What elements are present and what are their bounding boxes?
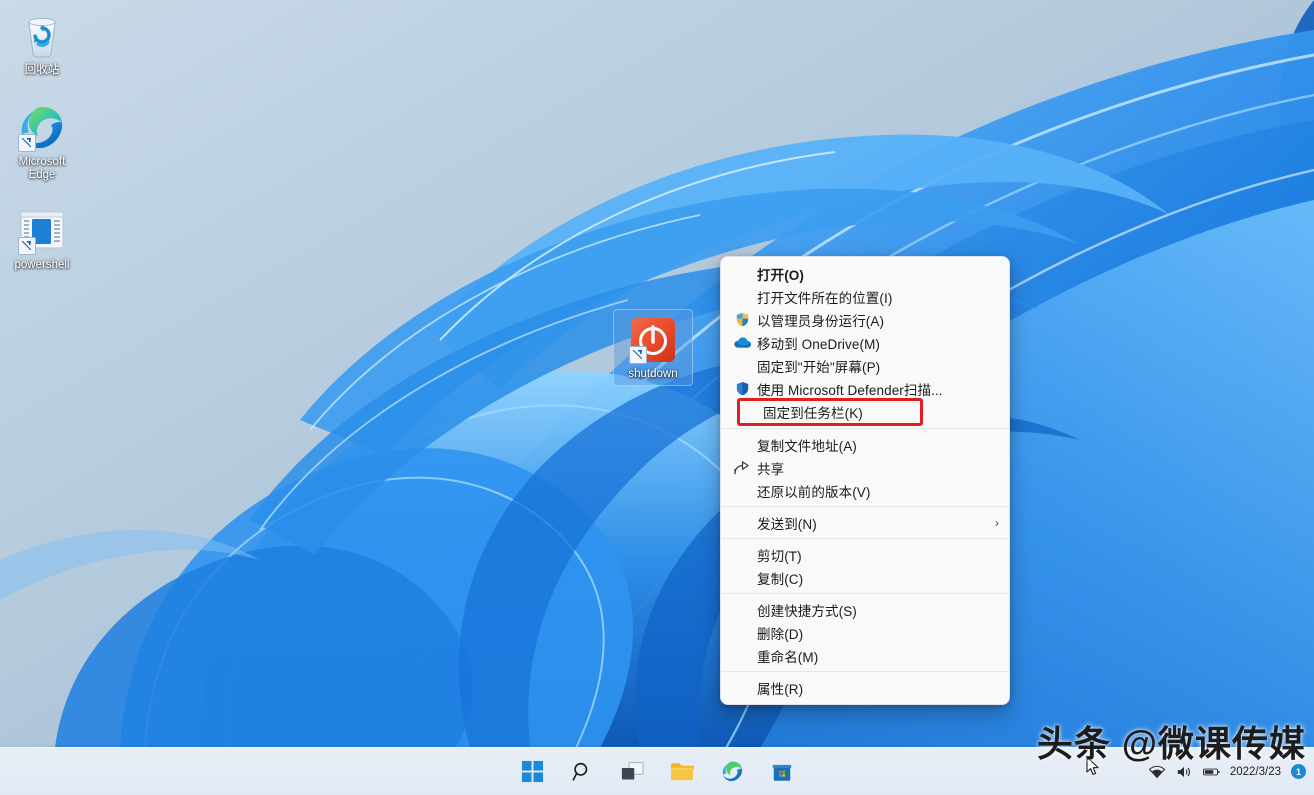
desktop-icon-powershell[interactable]: powershell [4, 207, 80, 272]
start-button[interactable] [518, 758, 546, 786]
taskbar-clock[interactable]: 2022/3/23 [1230, 765, 1281, 779]
uac-shield-icon [731, 311, 753, 329]
menu-item-properties[interactable]: 属性(R) [721, 676, 1009, 699]
chevron-right-icon: › [995, 516, 999, 530]
windows-logo-icon [521, 760, 544, 783]
no-icon-placeholder [731, 546, 753, 564]
menu-item-restore-previous-versions[interactable]: 还原以前的版本(V) [721, 479, 1009, 502]
no-icon-placeholder [731, 624, 753, 642]
search-icon [572, 761, 593, 782]
onedrive-cloud-icon [731, 334, 753, 352]
no-icon-placeholder [731, 601, 753, 619]
no-icon-placeholder [731, 569, 753, 587]
taskbar-center-group [518, 748, 796, 795]
system-tray[interactable]: 2022/3/23 1 [1149, 748, 1306, 795]
edge-icon [18, 104, 66, 152]
edge-button[interactable] [718, 758, 746, 786]
menu-item-copy[interactable]: 复制(C) [721, 566, 1009, 589]
menu-item-move-to-onedrive[interactable]: 移动到 OneDrive(M) [721, 331, 1009, 354]
recycle-bin-icon [18, 12, 66, 60]
shutdown-power-icon [629, 316, 677, 364]
edge-icon [721, 760, 744, 783]
file-context-menu[interactable]: 打开(O) 打开文件所在的位置(I) 以管理员身份运行(A) [720, 256, 1010, 705]
menu-item-open[interactable]: 打开(O) [721, 262, 1009, 285]
no-icon-placeholder [731, 357, 753, 375]
desktop-icon-label: 回收站 [4, 64, 80, 77]
menu-item-cut[interactable]: 剪切(T) [721, 543, 1009, 566]
menu-item-open-file-location[interactable]: 打开文件所在的位置(I) [721, 285, 1009, 308]
shortcut-arrow-icon [629, 346, 647, 364]
no-icon-placeholder [731, 647, 753, 665]
menu-item-scan-with-defender[interactable]: 使用 Microsoft Defender扫描... [721, 377, 1009, 400]
desktop-icon-label: MicrosoftEdge [4, 156, 80, 182]
menu-item-send-to[interactable]: 发送到(N) › [721, 511, 1009, 534]
store-icon [771, 761, 793, 783]
defender-shield-icon [731, 380, 753, 398]
no-icon-placeholder [731, 436, 753, 454]
menu-separator [721, 428, 1009, 429]
menu-item-create-shortcut[interactable]: 创建快捷方式(S) [721, 598, 1009, 621]
search-button[interactable] [568, 758, 596, 786]
volume-icon[interactable] [1176, 763, 1193, 780]
network-icon[interactable] [1149, 763, 1166, 780]
menu-separator [721, 671, 1009, 672]
menu-separator [721, 506, 1009, 507]
store-button[interactable] [768, 758, 796, 786]
menu-item-copy-file-address[interactable]: 复制文件地址(A) [721, 433, 1009, 456]
menu-item-share[interactable]: 共享 [721, 456, 1009, 479]
menu-item-pin-to-start[interactable]: 固定到"开始"屏幕(P) [721, 354, 1009, 377]
no-icon-placeholder [731, 265, 753, 283]
file-explorer-button[interactable] [668, 758, 696, 786]
shortcut-arrow-icon [18, 134, 36, 152]
desktop-icon-label: shutdown [614, 368, 692, 381]
menu-separator [721, 538, 1009, 539]
menu-separator [721, 593, 1009, 594]
desktop-icon-recycle-bin[interactable]: 回收站 [4, 12, 80, 77]
desktop-screen: 回收站 [0, 0, 1314, 795]
task-view-button[interactable] [618, 758, 646, 786]
notification-badge[interactable]: 1 [1291, 764, 1306, 779]
taskbar[interactable]: 2022/3/23 1 [0, 747, 1314, 795]
menu-item-rename[interactable]: 重命名(M) [721, 644, 1009, 667]
desktop-icon-microsoft-edge[interactable]: MicrosoftEdge [4, 104, 80, 182]
clock-date: 2022/3/23 [1230, 765, 1281, 779]
share-icon [731, 459, 753, 477]
no-icon-placeholder [731, 482, 753, 500]
menu-item-delete[interactable]: 删除(D) [721, 621, 1009, 644]
no-icon-placeholder [731, 514, 753, 532]
folder-icon [670, 761, 695, 782]
no-icon-placeholder [731, 679, 753, 697]
task-view-icon [621, 761, 644, 782]
powershell-icon [18, 207, 66, 255]
no-icon-placeholder [731, 288, 753, 306]
battery-icon[interactable] [1203, 763, 1220, 780]
menu-item-run-as-administrator[interactable]: 以管理员身份运行(A) [721, 308, 1009, 331]
desktop-icon-shutdown[interactable]: shutdown [613, 309, 693, 386]
menu-item-pin-to-taskbar[interactable]: 固定到任务栏(K) [739, 400, 921, 424]
shortcut-arrow-icon [18, 237, 36, 255]
desktop-icon-label: powershell [4, 259, 80, 272]
